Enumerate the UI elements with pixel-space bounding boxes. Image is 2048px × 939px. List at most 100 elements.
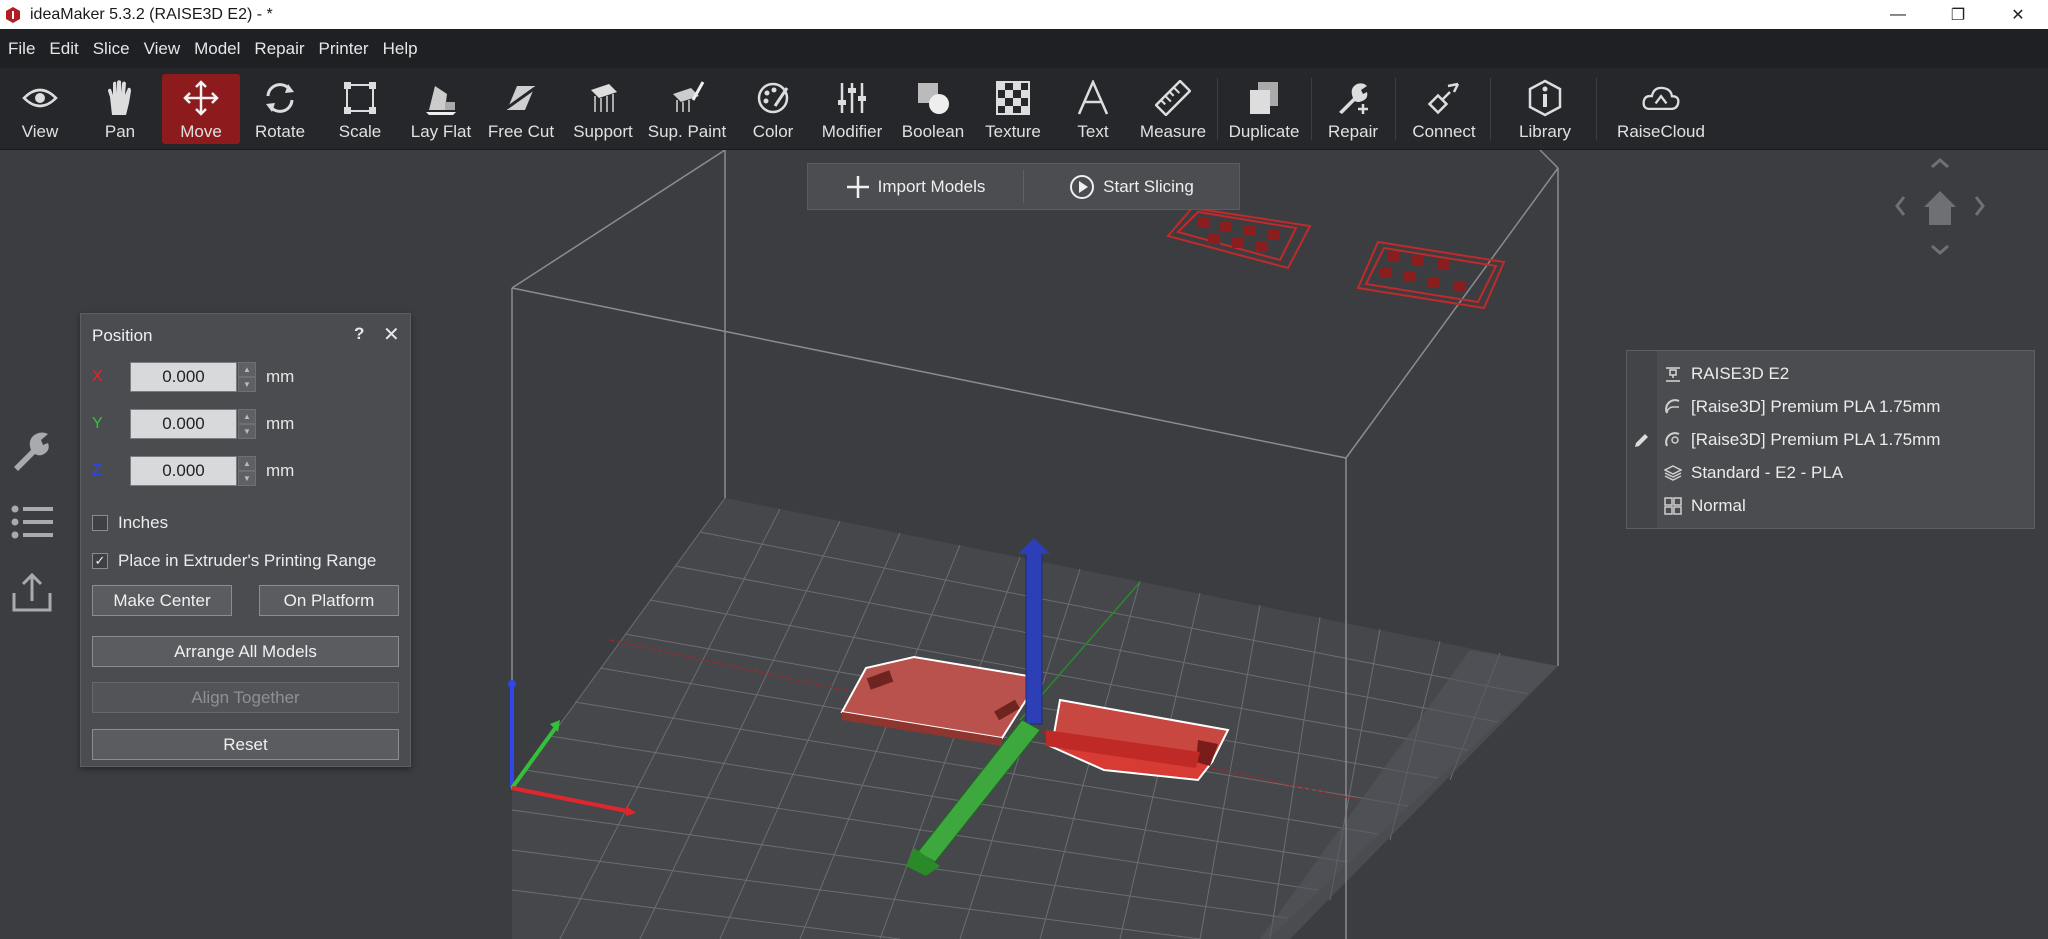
tool-texture[interactable]: Texture <box>978 74 1048 144</box>
rotate-icon <box>260 78 300 118</box>
tool-rotate[interactable]: Rotate <box>248 74 312 144</box>
tool-color[interactable]: Color <box>742 74 804 144</box>
extruder-range-checkbox[interactable]: ✓ <box>92 553 108 569</box>
make-center-button[interactable]: Make Center <box>92 585 232 616</box>
left-filament-row[interactable]: [Raise3D] Premium PLA 1.75mm <box>1663 394 1940 420</box>
tool-measure-label: Measure <box>1139 122 1207 141</box>
x-decrement-icon[interactable]: ▼ <box>238 377 256 392</box>
y-axis-label: Y <box>92 415 103 432</box>
menu-help[interactable]: Help <box>383 37 418 61</box>
tool-view-label: View <box>21 122 59 141</box>
on-platform-button[interactable]: On Platform <box>259 585 399 616</box>
tool-measure[interactable]: Measure <box>1136 74 1210 144</box>
tool-pan[interactable]: Pan <box>90 74 150 144</box>
nav-right-arrow-icon[interactable] <box>1974 196 1985 216</box>
tool-lay-flat-label: Lay Flat <box>410 122 472 141</box>
print-mode-name: Normal <box>1691 496 1746 515</box>
extruder-range-label: Place in Extruder's Printing Range <box>118 551 377 570</box>
menu-edit[interactable]: Edit <box>49 37 78 61</box>
texture-icon <box>993 78 1033 118</box>
play-circle-icon <box>1069 174 1095 200</box>
x-position-input[interactable]: 0.000 <box>130 362 237 392</box>
x-increment-icon[interactable]: ▲ <box>238 362 256 377</box>
right-filament-name: [Raise3D] Premium PLA 1.75mm <box>1691 430 1941 449</box>
menu-view[interactable]: View <box>144 37 181 61</box>
mode-row[interactable]: Normal <box>1663 493 1746 519</box>
tool-scale[interactable]: Scale <box>328 74 392 144</box>
boolean-icon <box>913 78 953 118</box>
nav-up-arrow-icon[interactable] <box>1931 158 1949 169</box>
import-models-button[interactable]: Import Models <box>808 164 1023 209</box>
reset-button[interactable]: Reset <box>92 729 399 760</box>
minimize-button[interactable]: — <box>1868 0 1928 29</box>
tool-free-cut[interactable]: Free Cut <box>484 74 558 144</box>
left-filament-name: [Raise3D] Premium PLA 1.75mm <box>1691 397 1941 416</box>
nav-down-arrow-icon[interactable] <box>1931 244 1949 255</box>
repair-icon <box>1333 78 1373 118</box>
tool-connect-label: Connect <box>1412 122 1476 141</box>
tool-modifier[interactable]: Modifier <box>814 74 890 144</box>
toolbar-separator <box>1490 78 1491 140</box>
tool-free-cut-label: Free Cut <box>487 122 555 141</box>
tool-duplicate[interactable]: Duplicate <box>1224 74 1304 144</box>
z-position-input[interactable]: 0.000 <box>130 456 237 486</box>
inches-checkbox[interactable] <box>92 515 108 531</box>
tool-connect[interactable]: Connect <box>1404 74 1484 144</box>
y-spinner[interactable]: ▲ ▼ <box>238 409 256 439</box>
tool-move[interactable]: Move <box>162 74 240 144</box>
support-paint-icon <box>667 78 707 118</box>
grid-mode-icon <box>1663 496 1683 516</box>
gizmo-z-axis[interactable] <box>1025 551 1043 725</box>
tool-boolean[interactable]: Boolean <box>898 74 968 144</box>
tool-view[interactable]: View <box>8 74 72 144</box>
tool-sup-paint[interactable]: Sup. Paint <box>646 74 728 144</box>
menu-file[interactable]: File <box>8 37 35 61</box>
tool-move-label: Move <box>180 122 222 141</box>
position-panel-title: Position <box>92 326 153 345</box>
window-title: ideaMaker 5.3.2 (RAISE3D E2) - * <box>30 5 273 23</box>
y-position-input[interactable]: 0.000 <box>130 409 237 439</box>
menu-repair[interactable]: Repair <box>254 37 304 61</box>
tool-support[interactable]: Support <box>566 74 640 144</box>
maximize-button[interactable]: ❐ <box>1928 0 1988 29</box>
tool-text[interactable]: Text <box>1062 74 1124 144</box>
import-models-label: Import Models <box>877 176 986 196</box>
start-slicing-label: Start Slicing <box>1103 176 1194 196</box>
menu-model[interactable]: Model <box>194 37 240 61</box>
gizmo-z-arrow-icon[interactable] <box>1018 538 1050 554</box>
arrange-all-models-button[interactable]: Arrange All Models <box>92 636 399 667</box>
color-icon <box>753 78 793 118</box>
z-spinner[interactable]: ▲ ▼ <box>238 456 256 486</box>
filament-left-icon <box>1663 397 1683 417</box>
profile-row[interactable]: Standard - E2 - PLA <box>1663 460 1843 486</box>
help-icon[interactable]: ? <box>354 324 364 344</box>
tool-lay-flat[interactable]: Lay Flat <box>404 74 478 144</box>
y-increment-icon[interactable]: ▲ <box>238 409 256 424</box>
right-filament-row[interactable]: [Raise3D] Premium PLA 1.75mm <box>1663 427 1940 453</box>
edit-pencil-icon[interactable] <box>1633 431 1651 454</box>
extruder-range-option[interactable]: ✓ Place in Extruder's Printing Range <box>92 551 376 571</box>
z-decrement-icon[interactable]: ▼ <box>238 471 256 486</box>
tool-raisecloud[interactable]: RaiseCloud <box>1614 74 1708 144</box>
x-spinner[interactable]: ▲ ▼ <box>238 362 256 392</box>
list-icon[interactable] <box>10 500 54 544</box>
tool-color-label: Color <box>752 122 794 141</box>
menu-printer[interactable]: Printer <box>319 37 369 61</box>
export-icon[interactable] <box>10 570 54 614</box>
home-view-icon[interactable] <box>1924 191 1956 225</box>
menu-bar: File Edit Slice View Model Repair Printe… <box>0 29 2048 68</box>
hand-icon <box>100 78 140 118</box>
z-increment-icon[interactable]: ▲ <box>238 456 256 471</box>
start-slicing-button[interactable]: Start Slicing <box>1024 164 1239 209</box>
close-window-button[interactable]: ✕ <box>1988 0 2048 29</box>
printer-row[interactable]: RAISE3D E2 <box>1663 361 1789 387</box>
close-panel-icon[interactable]: ✕ <box>383 322 400 347</box>
menu-slice[interactable]: Slice <box>93 37 130 61</box>
y-decrement-icon[interactable]: ▼ <box>238 424 256 439</box>
tool-repair[interactable]: Repair <box>1318 74 1388 144</box>
view-navigation-control <box>1892 155 1988 261</box>
tool-library[interactable]: Library <box>1508 74 1582 144</box>
wrench-icon[interactable] <box>10 428 54 472</box>
inches-option[interactable]: Inches <box>92 513 168 533</box>
nav-left-arrow-icon[interactable] <box>1895 196 1906 216</box>
